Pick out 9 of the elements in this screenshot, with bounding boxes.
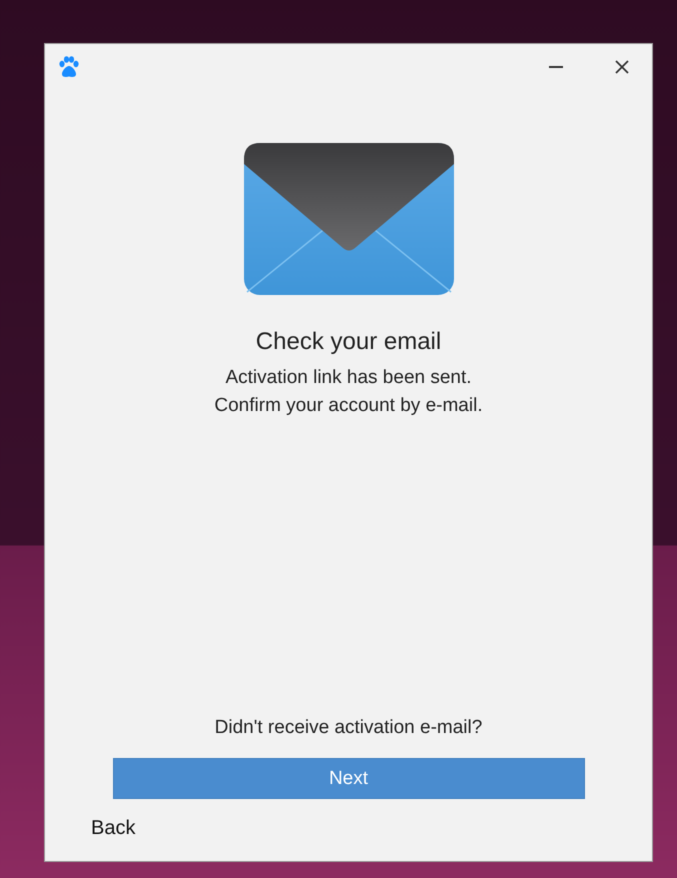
paw-icon bbox=[57, 56, 81, 78]
message-text: Activation link has been sent. bbox=[225, 366, 472, 390]
heading: Check your email bbox=[256, 328, 442, 356]
resend-prompt[interactable]: Didn't receive activation e-mail? bbox=[214, 717, 482, 739]
back-button[interactable]: Back bbox=[91, 817, 136, 840]
next-button[interactable]: Next bbox=[112, 758, 584, 799]
close-icon[interactable] bbox=[614, 58, 630, 74]
message-text: Confirm your account by e-mail. bbox=[214, 394, 483, 418]
envelope-icon bbox=[242, 142, 454, 296]
